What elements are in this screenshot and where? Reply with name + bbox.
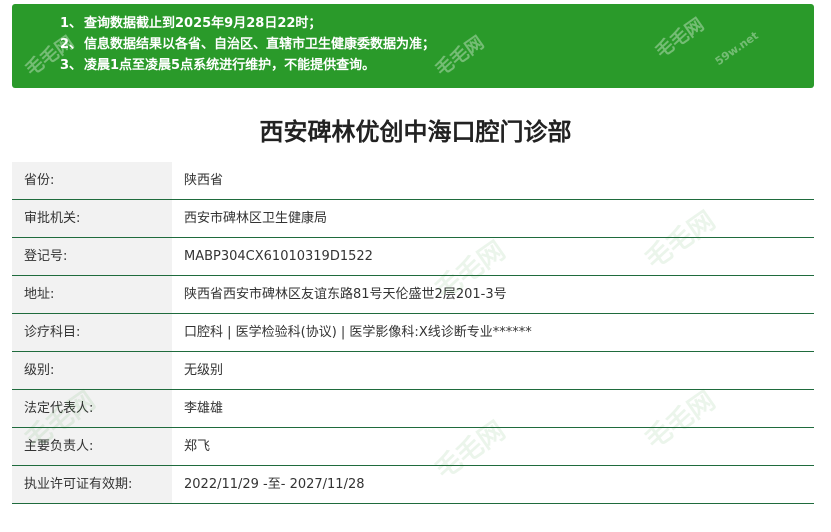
row-label: 级别: <box>12 352 172 389</box>
row-value: MABP304CX61010319D1522 <box>184 249 373 264</box>
table-row: 登记号: MABP304CX61010319D1522 <box>12 238 814 276</box>
row-label: 主要负责人: <box>12 428 172 465</box>
row-label: 执业许可证有效期: <box>12 466 172 503</box>
table-row: 主要负责人: 郑飞 <box>12 428 814 466</box>
row-label: 审批机关: <box>12 200 172 237</box>
row-label: 登记号: <box>12 238 172 275</box>
row-label: 诊疗科目: <box>12 314 172 351</box>
notice-banner: 1、 查询数据截止到2025年9月28日22时； 2、 信息数据结果以各省、自治区、… <box>12 4 814 88</box>
table-row: 省份: 陕西省 <box>12 162 814 200</box>
row-value: 李雄雄 <box>184 401 224 416</box>
row-label: 省份: <box>12 162 172 199</box>
table-row: 执业许可证有效期: 2022/11/29 -至- 2027/11/28 <box>12 466 814 504</box>
table-row: 诊疗科目: 口腔科 | 医学检验科(协议) | 医学影像科:X线诊断专业****… <box>12 314 814 352</box>
row-label: 法定代表人: <box>12 390 172 427</box>
row-value: 陕西省西安市碑林区友谊东路81号天伦盛世2层201-3号 <box>184 287 507 302</box>
table-row: 法定代表人: 李雄雄 <box>12 390 814 428</box>
row-label: 地址: <box>12 276 172 313</box>
table-row: 审批机关: 西安市碑林区卫生健康局 <box>12 200 814 238</box>
row-value: 无级别 <box>184 363 224 378</box>
row-value: 2022/11/29 -至- 2027/11/28 <box>184 477 365 492</box>
row-value: 口腔科 | 医学检验科(协议) | 医学影像科:X线诊断专业****** <box>184 325 532 340</box>
page-title: 西安碑林优创中海口腔门诊部 <box>259 118 572 146</box>
info-table: 省份: 陕西省 审批机关: 西安市碑林区卫生健康局 登记号: MABP304CX… <box>12 162 814 504</box>
row-value: 西安市碑林区卫生健康局 <box>184 211 328 226</box>
row-value: 陕西省 <box>184 173 224 188</box>
table-row: 地址: 陕西省西安市碑林区友谊东路81号天伦盛世2层201-3号 <box>12 276 814 314</box>
table-row: 级别: 无级别 <box>12 352 814 390</box>
row-value: 郑飞 <box>184 439 211 454</box>
